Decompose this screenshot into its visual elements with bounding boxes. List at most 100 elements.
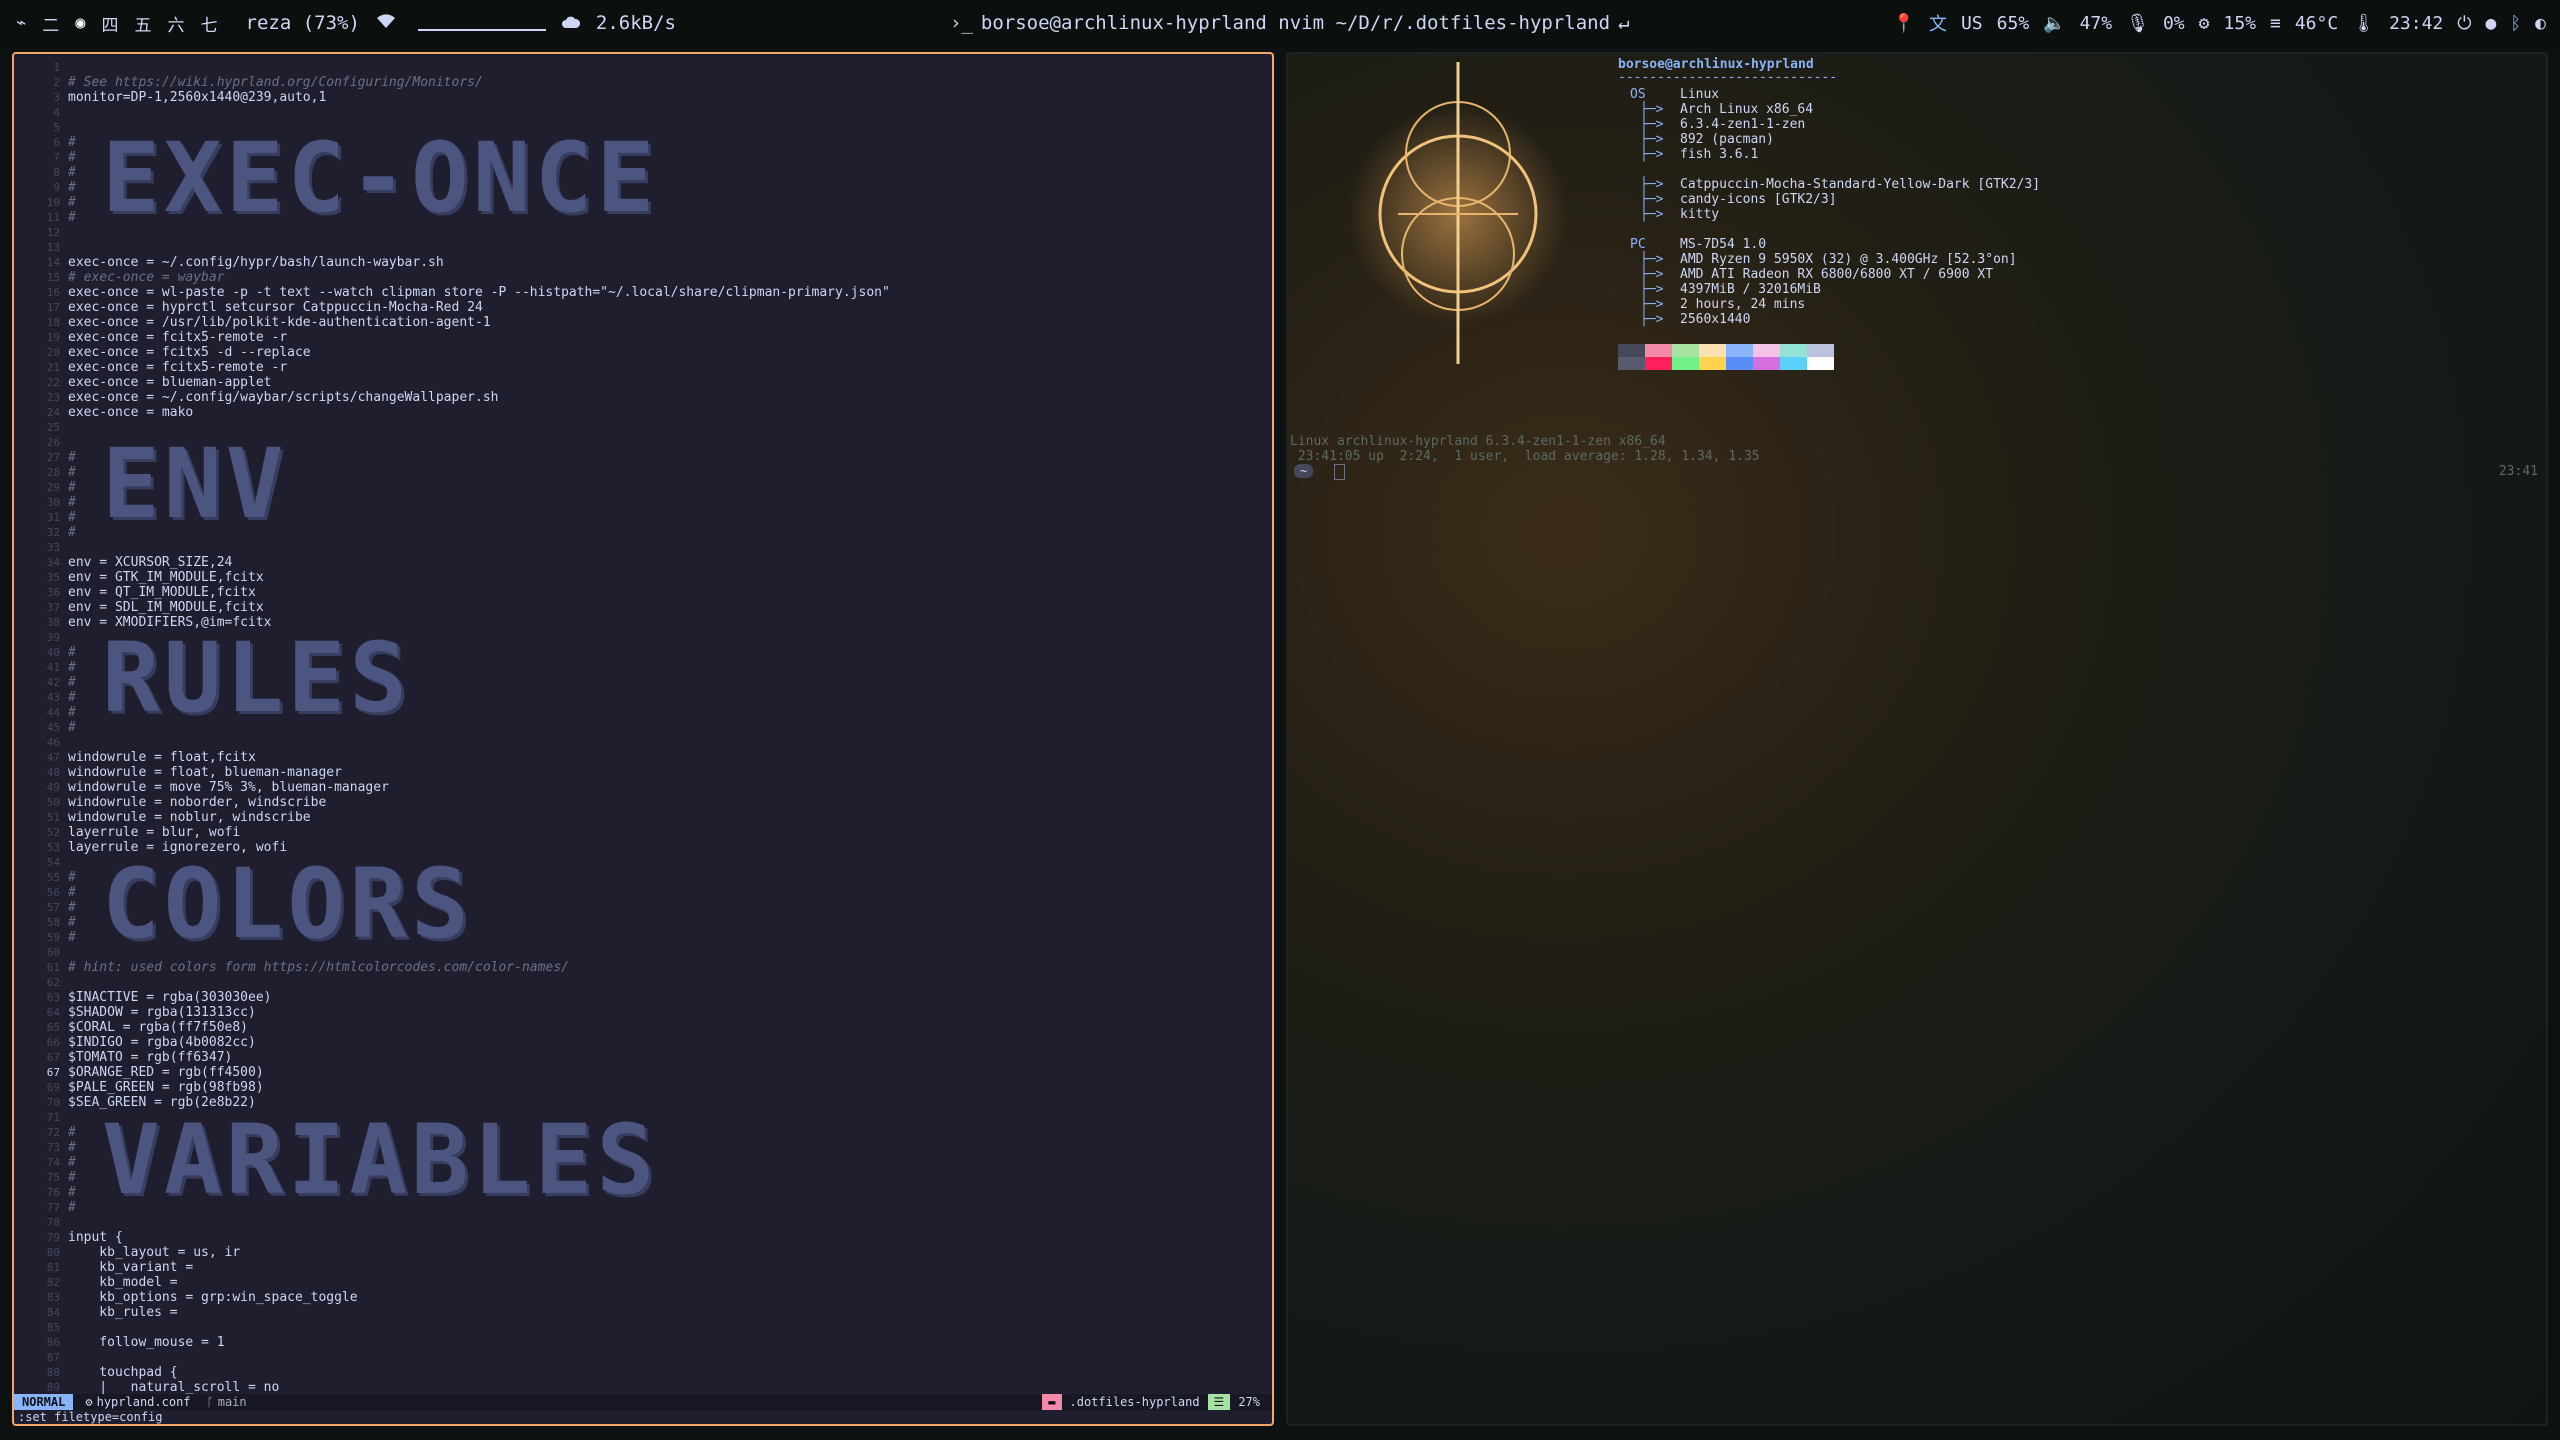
color-swatch — [1753, 357, 1780, 370]
tree-arrow-icon: ├─> — [1640, 192, 1664, 207]
code-line[interactable]: 1 — [14, 60, 1272, 75]
code-line[interactable]: 24 exec-once = mako — [14, 405, 1272, 420]
command-line[interactable]: :set filetype=config — [18, 1410, 163, 1424]
microphone-icon[interactable]: 🎙 — [2126, 13, 2149, 34]
code-line[interactable]: 63 $INACTIVE = rgba(303030ee) — [14, 990, 1272, 1005]
line-number: 67 — [46, 1051, 60, 1064]
code-line[interactable]: 67 $TOMATO = rgb(ff6347) — [14, 1050, 1272, 1065]
code-line[interactable]: 86 follow_mouse = 1 — [14, 1335, 1272, 1350]
code-line[interactable]: 3 monitor=DP-1,2560x1440@239,auto,1 — [14, 90, 1272, 105]
pc-row: AMD Ryzen 9 5950X (32) @ 3.400GHz [52.3°… — [1680, 252, 2017, 267]
list-icon: ☰ — [1207, 1394, 1231, 1410]
tray-icon[interactable]: ◐ — [2535, 13, 2546, 34]
terminal-icon: ›_ — [950, 12, 973, 34]
color-swatch — [1807, 344, 1834, 357]
code-line[interactable]: 51 windowrule = noblur, windscribe — [14, 810, 1272, 825]
line-number: 83 — [46, 1291, 60, 1304]
code-line[interactable]: 84 kb_rules = — [14, 1305, 1272, 1320]
line-text: exec-once = wl-paste -p -t text --watch … — [68, 285, 890, 300]
workspace-1[interactable]: ⌁ — [16, 13, 26, 33]
code-line[interactable]: 19 exec-once = fcitx5-remote -r — [14, 330, 1272, 345]
line-text: # — [68, 930, 76, 945]
code-line[interactable]: 69 $PALE_GREEN = rgb(98fb98) — [14, 1080, 1272, 1095]
code-line[interactable]: 21 exec-once = fcitx5-remote -r — [14, 360, 1272, 375]
line-number: 35 — [46, 571, 60, 584]
workspace-3[interactable]: ◉ — [75, 13, 85, 33]
bluetooth-icon[interactable]: ᛒ — [2510, 13, 2521, 34]
code-line[interactable]: 64 $SHADOW = rgba(131313cc) — [14, 1005, 1272, 1020]
code-line[interactable]: 87 — [14, 1350, 1272, 1365]
code-line[interactable]: 50 windowrule = noborder, windscribe — [14, 795, 1272, 810]
code-line[interactable]: 22 exec-once = blueman-applet — [14, 375, 1272, 390]
workspace-2[interactable]: 二 — [42, 11, 59, 36]
workspace-5[interactable]: 五 — [135, 11, 152, 36]
pin-icon[interactable]: 📍 — [1893, 13, 1915, 34]
line-number: 7 — [53, 151, 60, 164]
code-line[interactable]: 66 $INDIGO = rgba(4b0082cc) — [14, 1035, 1272, 1050]
code-line[interactable]: 81 kb_variant = — [14, 1260, 1272, 1275]
code-line[interactable]: 79 input { — [14, 1230, 1272, 1245]
github-icon[interactable]: ● — [2486, 13, 2497, 34]
code-line[interactable]: 35 env = GTK_IM_MODULE,fcitx — [14, 570, 1272, 585]
tree-arrow-icon: ├─> — [1640, 117, 1664, 132]
code-line[interactable]: 37 env = SDL_IM_MODULE,fcitx — [14, 600, 1272, 615]
code-line[interactable]: 83 kb_options = grp:win_space_toggle — [14, 1290, 1272, 1305]
workspace-4[interactable]: 四 — [102, 11, 119, 36]
line-text: # — [68, 1155, 76, 1170]
code-line[interactable]: 18 exec-once = /usr/lib/polkit-kde-authen… — [14, 315, 1272, 330]
code-line[interactable]: 88 touchpad { — [14, 1365, 1272, 1380]
code-line[interactable]: 16 exec-once = wl-paste -p -t text --watc… — [14, 285, 1272, 300]
code-line[interactable]: 78 — [14, 1215, 1272, 1230]
code-line[interactable]: 17 exec-once = hyprctl setcursor Catppucc… — [14, 300, 1272, 315]
mic-level[interactable]: 0% — [2163, 13, 2185, 34]
line-number: 41 — [46, 661, 60, 674]
workspace-6[interactable]: 六 — [168, 11, 185, 36]
code-line[interactable]: 33 — [14, 540, 1272, 555]
gear-icon: ⚙ — [85, 1395, 93, 1409]
code-line[interactable]: 13 — [14, 240, 1272, 255]
line-number: 69 — [46, 1081, 60, 1094]
keyboard-layout[interactable]: US — [1961, 13, 1983, 34]
code-line[interactable]: 2 # See https://wiki.hyprland.org/Configu… — [14, 75, 1272, 90]
code-line[interactable]: 47 windowrule = float,fcitx — [14, 750, 1272, 765]
code-line[interactable]: 89 | natural_scroll = no — [14, 1380, 1272, 1395]
os-row: Arch Linux x86_64 — [1680, 102, 1814, 117]
code-line[interactable]: 67 $ORANGE_RED = rgb(ff4500) — [14, 1065, 1272, 1080]
line-text: $CORAL = rgba(ff7f50e8) — [68, 1020, 249, 1035]
code-line[interactable]: 46 — [14, 735, 1272, 750]
volume-level[interactable]: 65% — [1997, 13, 2030, 34]
code-line[interactable]: 4 — [14, 105, 1272, 120]
uptime-line: 23:41:05 up 2:24, 1 user, load average: … — [1290, 449, 1760, 464]
terminal-window[interactable]: borsoe@archlinux-hyprland ---------------… — [1286, 52, 2548, 1426]
cursor[interactable] — [1334, 464, 1345, 480]
nvim-window[interactable]: 1 2 # See https://wiki.hyprland.org/Config… — [12, 52, 1274, 1426]
code-line[interactable]: 15 # exec-once = waybar — [14, 270, 1272, 285]
code-line[interactable]: 61 # hint: used colors form https://htmlc… — [14, 960, 1272, 975]
line-text: # — [68, 900, 76, 915]
workspace-7[interactable]: 七 — [201, 11, 218, 36]
brightness-level[interactable]: 47% — [2080, 13, 2113, 34]
code-line[interactable]: 85 — [14, 1320, 1272, 1335]
code-line[interactable]: 20 exec-once = fcitx5 -d --replace — [14, 345, 1272, 360]
code-line[interactable]: 14 exec-once = ~/.config/hypr/bash/launch… — [14, 255, 1272, 270]
code-line[interactable]: 62 — [14, 975, 1272, 990]
line-number: 14 — [46, 256, 60, 269]
code-line[interactable]: 36 env = QT_IM_MODULE,fcitx — [14, 585, 1272, 600]
code-line[interactable]: 34 env = XCURSOR_SIZE,24 — [14, 555, 1272, 570]
code-line[interactable]: 80 kb_layout = us, ir — [14, 1245, 1272, 1260]
speaker-icon[interactable]: 🔈 — [2043, 13, 2065, 34]
power-icon[interactable]: ⏻ — [2457, 13, 2471, 34]
code-line[interactable]: 52 layerrule = blur, wofi — [14, 825, 1272, 840]
code-line[interactable]: 82 kb_model = — [14, 1275, 1272, 1290]
code-line[interactable]: 23 exec-once = ~/.config/waybar/scripts/c… — [14, 390, 1272, 405]
code-line[interactable]: 49 windowrule = move 75% 3%, blueman-mana… — [14, 780, 1272, 795]
line-text: monitor=DP-1,2560x1440@239,auto,1 — [68, 90, 327, 105]
line-number: 60 — [46, 946, 60, 959]
clock[interactable]: 23:42 — [2389, 13, 2443, 34]
line-number: 39 — [46, 631, 60, 644]
git-branch: main — [217, 1395, 247, 1409]
wifi-icon[interactable] — [376, 12, 396, 34]
code-line[interactable]: 48 windowrule = float, blueman-manager — [14, 765, 1272, 780]
line-number: 62 — [46, 976, 60, 989]
code-line[interactable]: 65 $CORAL = rgba(ff7f50e8) — [14, 1020, 1272, 1035]
